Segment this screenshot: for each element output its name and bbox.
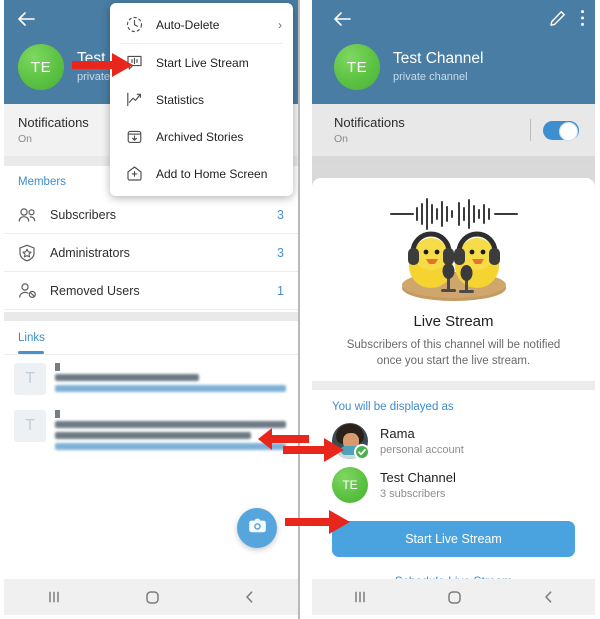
- start-live-stream-button[interactable]: Start Live Stream: [332, 521, 575, 557]
- home-icon[interactable]: [447, 590, 462, 605]
- more-vertical-icon[interactable]: [580, 9, 585, 27]
- members-row-label: Administrators: [50, 245, 130, 260]
- shield-star-icon: [18, 244, 44, 262]
- section-divider-band: [4, 312, 298, 321]
- right-content: Live Stream Subscribers of this channel …: [312, 166, 595, 619]
- avatar: TE: [334, 44, 380, 90]
- chevron-right-icon: ›: [278, 17, 282, 32]
- notifications-label: Notifications: [334, 115, 405, 130]
- arrow-to-start-live-stream-button: [285, 508, 351, 536]
- avatar: TE: [332, 467, 368, 503]
- notifications-state: On: [18, 133, 33, 145]
- menu-item-archived-stories[interactable]: Archived Stories: [110, 118, 293, 155]
- pencil-edit-icon[interactable]: [549, 10, 566, 27]
- statistics-chart-icon: [121, 91, 147, 108]
- list-item[interactable]: T: [4, 402, 298, 460]
- menu-item-label: Statistics: [156, 92, 205, 107]
- camera-icon: [248, 517, 267, 539]
- menu-item-auto-delete[interactable]: Auto-Delete ›: [110, 6, 293, 43]
- menu-item-add-to-home-screen[interactable]: Add to Home Screen: [110, 155, 293, 192]
- account-option-rama[interactable]: Rama personal account: [312, 419, 595, 463]
- right-channel-header: TE Test Channel private channel: [312, 0, 595, 104]
- redacted-text-line: [55, 432, 251, 439]
- link-thumbnail-icon: T: [14, 410, 46, 442]
- back-icon[interactable]: [243, 590, 256, 604]
- account-subtitle: personal account: [380, 444, 464, 456]
- page-title: Test Channel: [393, 49, 484, 67]
- recents-icon[interactable]: [352, 590, 368, 604]
- channel-subtitle: private channel: [393, 70, 468, 83]
- android-navbar: [312, 579, 595, 615]
- members-row-label: Removed Users: [50, 283, 140, 298]
- members-row-count: 3: [277, 207, 284, 222]
- redacted-text-line: [55, 421, 286, 428]
- add-home-screen-icon: [121, 165, 147, 182]
- account-option-test-channel[interactable]: TE Test Channel 3 subscribers: [312, 463, 595, 507]
- menu-item-label: Add to Home Screen: [156, 166, 268, 181]
- right-notifications-row[interactable]: Notifications On: [312, 104, 595, 156]
- redacted-text-line: [55, 374, 200, 381]
- menu-item-start-live-stream[interactable]: Start Live Stream: [110, 44, 293, 81]
- android-navbar: [4, 579, 298, 615]
- tab-links[interactable]: Links: [18, 332, 298, 344]
- avatar: TE: [18, 44, 64, 90]
- live-stream-title: Live Stream: [413, 313, 494, 330]
- recents-icon[interactable]: [46, 590, 62, 604]
- back-icon[interactable]: [542, 590, 555, 604]
- arrow-to-start-live-stream-menu-item: [72, 50, 134, 80]
- section-divider-band: [312, 381, 595, 390]
- menu-item-label: Archived Stories: [156, 129, 244, 144]
- back-arrow-icon[interactable]: [16, 10, 36, 28]
- archive-box-icon: [121, 128, 147, 145]
- link-text-block: [55, 410, 288, 454]
- two-people-icon: [18, 207, 44, 223]
- screenshot-root: TE Test Channel private channel Notifica…: [0, 0, 600, 619]
- home-icon[interactable]: [145, 590, 160, 605]
- account-subtitle: 3 subscribers: [380, 488, 446, 500]
- left-phone-panel: TE Test Channel private channel Notifica…: [0, 0, 300, 619]
- members-row-label: Subscribers: [50, 207, 116, 222]
- menu-item-statistics[interactable]: Statistics: [110, 81, 293, 118]
- camera-fab-button[interactable]: [237, 508, 277, 548]
- arrow-to-test-channel-account: [283, 436, 345, 464]
- live-stream-sheet: Live Stream Subscribers of this channel …: [312, 178, 595, 619]
- account-name: Test Channel: [380, 470, 456, 485]
- live-stream-hero: Live Stream Subscribers of this channel …: [312, 178, 595, 369]
- back-arrow-icon[interactable]: [332, 10, 352, 28]
- overflow-menu[interactable]: Auto-Delete › Start Live Stream Statisti…: [110, 3, 293, 196]
- members-row-subscribers[interactable]: Subscribers 3: [4, 196, 298, 234]
- redacted-url-line: [55, 385, 286, 392]
- auto-delete-clock-icon: [121, 16, 147, 33]
- link-thumbnail-icon: T: [14, 363, 46, 395]
- members-row-count: 3: [277, 245, 284, 260]
- divider: [530, 119, 531, 141]
- list-item[interactable]: T: [4, 355, 298, 402]
- members-row-removed-users[interactable]: Removed Users 1: [4, 272, 298, 310]
- right-channel-identity: TE Test Channel private channel: [334, 44, 483, 90]
- selected-check-icon: [354, 444, 370, 460]
- notifications-toggle[interactable]: [543, 120, 579, 141]
- account-name: Rama: [380, 426, 415, 441]
- menu-item-label: Start Live Stream: [156, 55, 249, 70]
- notifications-state: On: [334, 133, 349, 145]
- person-blocked-icon: [18, 282, 44, 299]
- redacted-url-line: [55, 443, 286, 450]
- notifications-label: Notifications: [18, 115, 89, 130]
- right-section-gap: [312, 156, 595, 166]
- live-stream-description: Subscribers of this channel will be noti…: [346, 339, 561, 367]
- links-tabs: Links: [4, 321, 298, 354]
- members-row-administrators[interactable]: Administrators 3: [4, 234, 298, 272]
- left-content: Members Subscribers 3 Administrators 3 R…: [4, 166, 298, 619]
- link-text-block: [55, 363, 288, 396]
- members-row-count: 1: [277, 283, 284, 298]
- displayed-as-title: You will be displayed as: [332, 401, 454, 413]
- redacted-glyph: [55, 363, 60, 371]
- menu-item-label: Auto-Delete: [156, 17, 220, 32]
- redacted-glyph: [55, 410, 60, 418]
- two-ducks-with-headphones-and-microphones-illustration: [369, 198, 539, 308]
